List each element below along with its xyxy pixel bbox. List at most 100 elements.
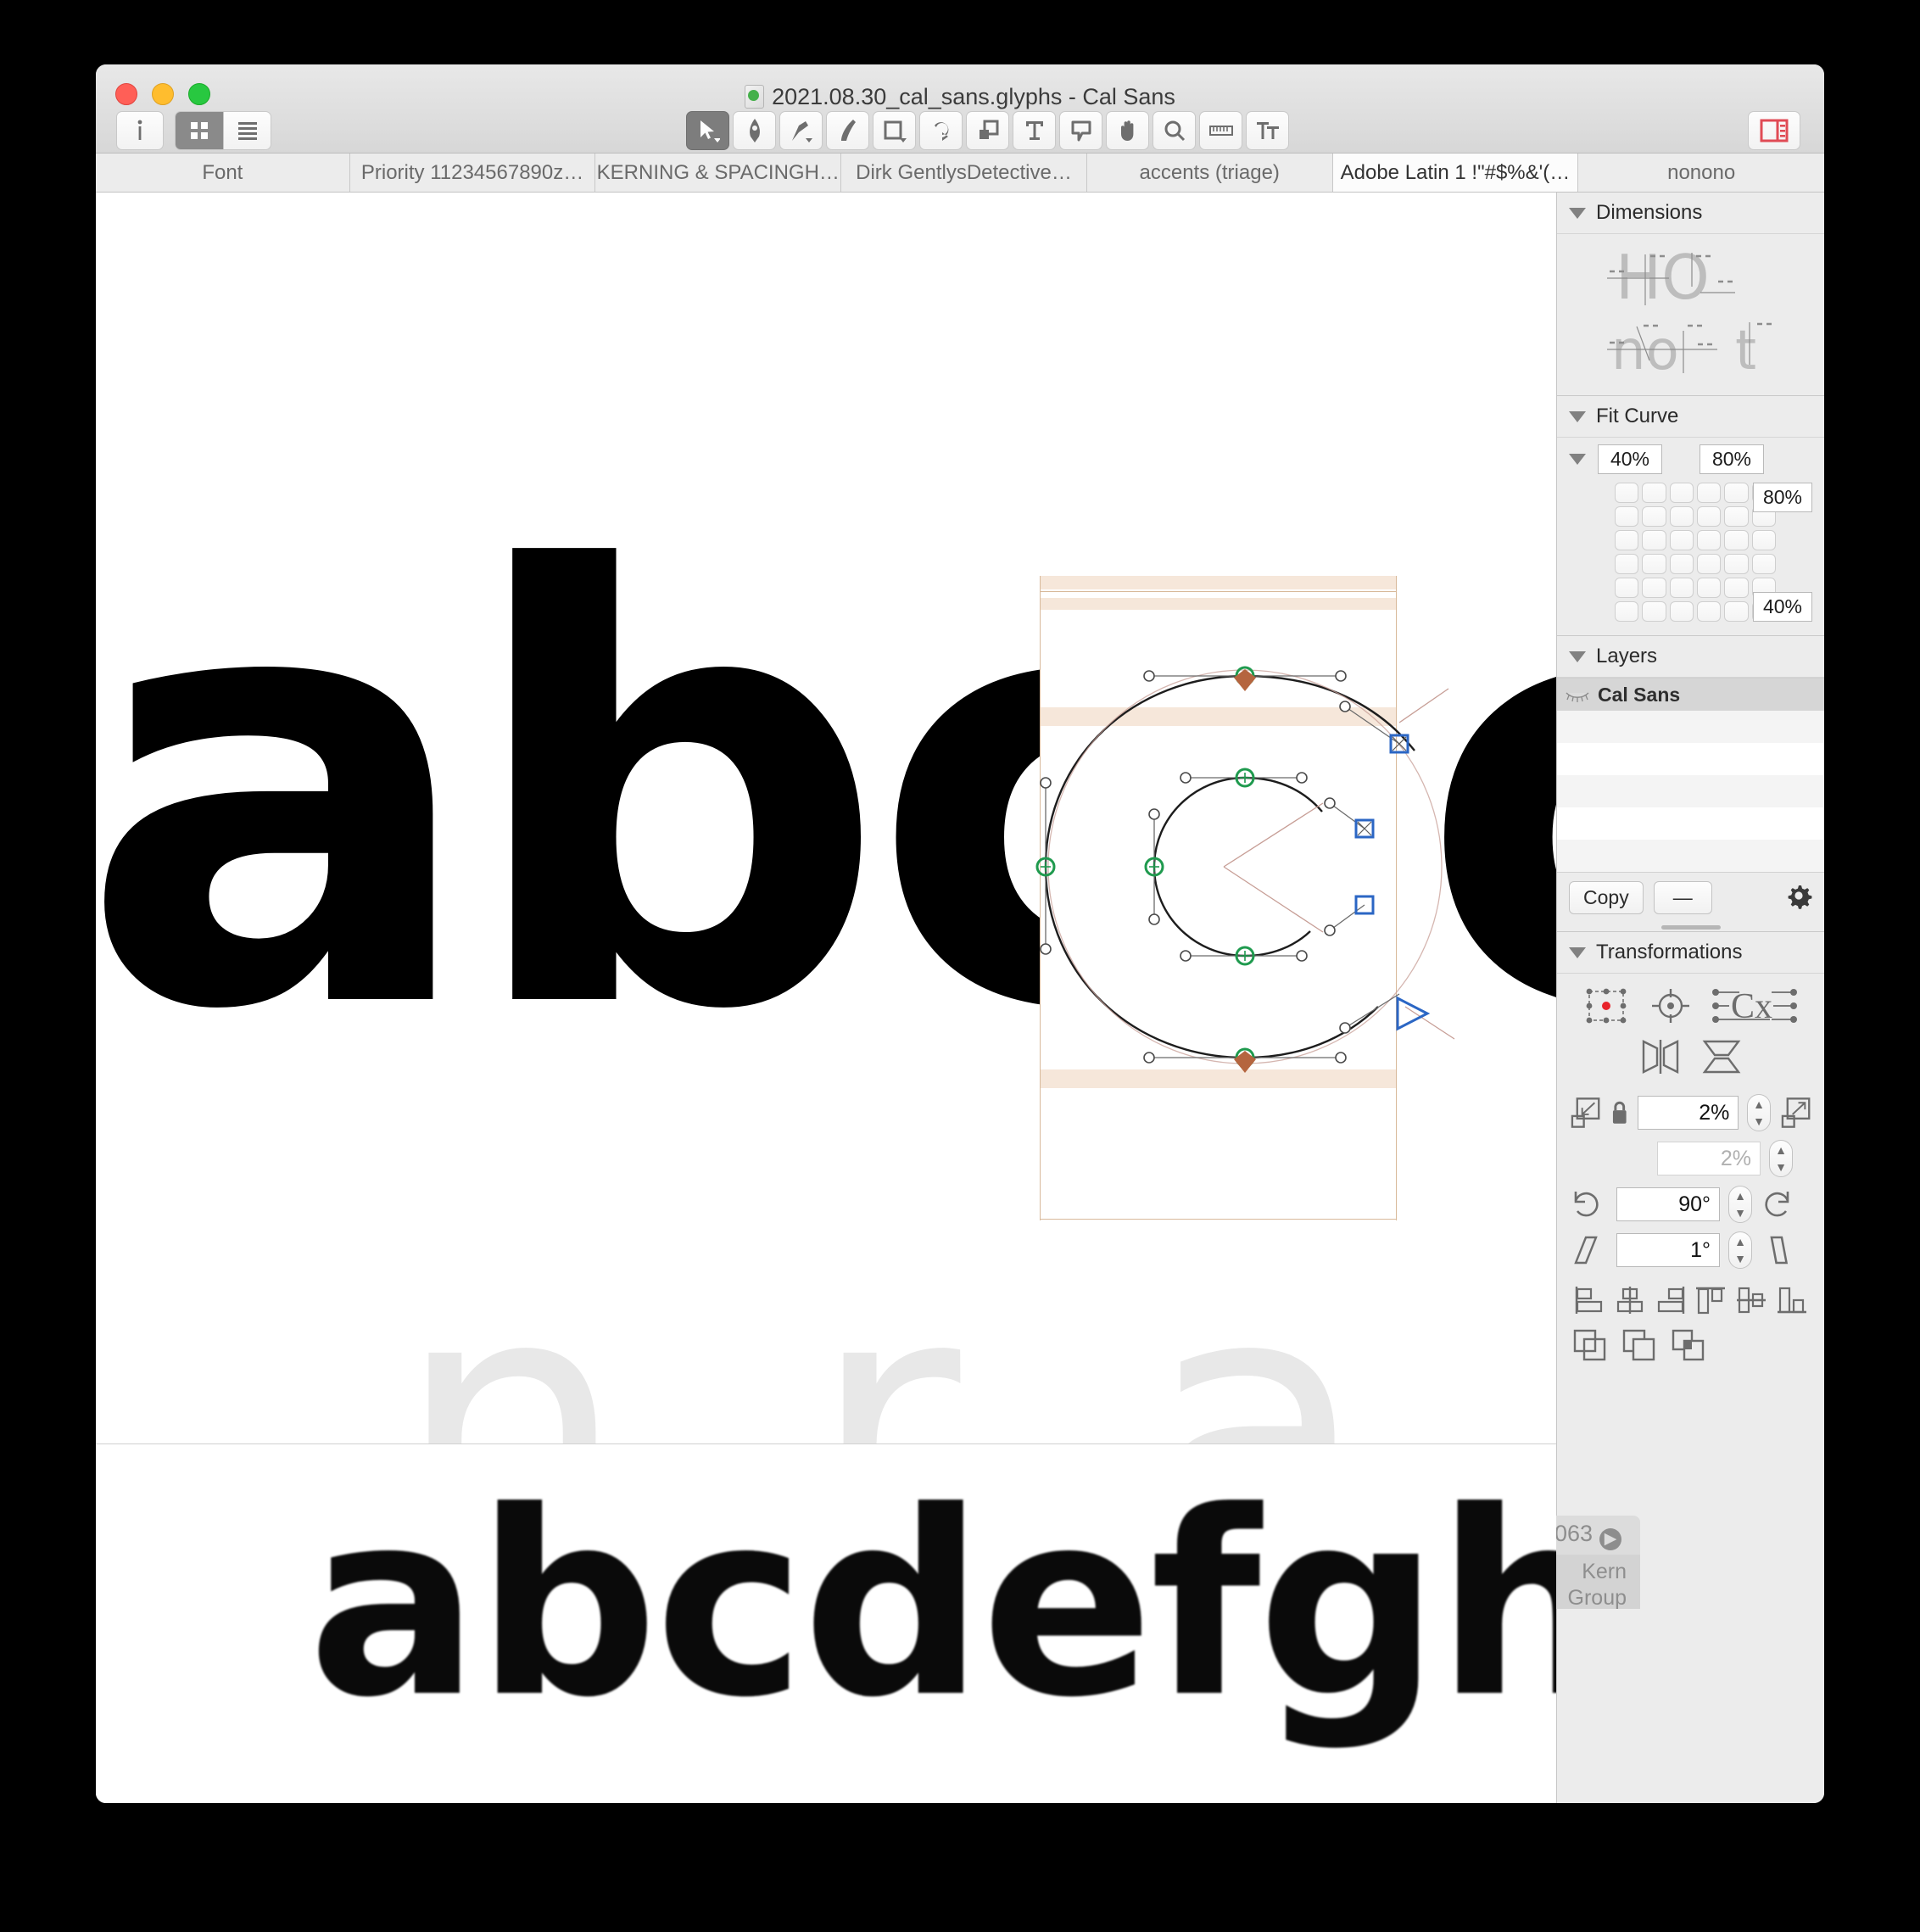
rotate-counterclockwise-icon[interactable]: [1569, 1187, 1603, 1221]
stepper-down-icon[interactable]: ▼: [1775, 1161, 1787, 1173]
scale-up-icon[interactable]: [1779, 1096, 1812, 1130]
layer-row[interactable]: [1557, 807, 1824, 840]
fit-cell[interactable]: [1642, 554, 1666, 574]
transform-origin-grid-icon[interactable]: [1582, 986, 1632, 1026]
fit-cell[interactable]: [1642, 506, 1666, 527]
copy-layer-button[interactable]: Copy: [1569, 881, 1644, 914]
layers-list[interactable]: Cal Sans: [1557, 678, 1824, 872]
fit-cell[interactable]: [1697, 483, 1722, 503]
offcurve-handles[interactable]: [1040, 670, 1351, 1064]
fit-cell[interactable]: [1724, 483, 1749, 503]
inner-contour[interactable]: [1153, 776, 1311, 958]
sidebar-toggle-button[interactable]: [1748, 111, 1800, 150]
scale-y-field[interactable]: 2%: [1657, 1142, 1761, 1175]
inner-contour-top[interactable]: [1244, 776, 1323, 812]
pencil-tool-button[interactable]: [779, 111, 823, 150]
fit-cell[interactable]: [1697, 601, 1722, 622]
align-right-icon[interactable]: [1654, 1284, 1688, 1316]
grid-view-button[interactable]: [176, 112, 223, 149]
closed-eye-icon[interactable]: [1566, 687, 1589, 702]
view-mode-segmented-control[interactable]: [175, 111, 271, 150]
fit-cell[interactable]: [1724, 601, 1749, 622]
fit-curve-section-header[interactable]: Fit Curve: [1557, 395, 1824, 438]
fit-curve-right-value[interactable]: 80%: [1700, 444, 1764, 474]
chevron-down-icon[interactable]: [1569, 454, 1586, 465]
fit-cell[interactable]: [1615, 601, 1639, 622]
text-tool-button[interactable]: [1013, 111, 1056, 150]
remove-layer-button[interactable]: —: [1653, 881, 1712, 914]
rotate-tool-button[interactable]: [919, 111, 963, 150]
tab-bar[interactable]: Font Priority 11234567890z… KERNING & SP…: [96, 154, 1824, 193]
dimensions-section-header[interactable]: Dimensions: [1557, 193, 1824, 234]
layer-row[interactable]: [1557, 840, 1824, 872]
fit-cell[interactable]: [1751, 554, 1776, 574]
chevron-down-icon[interactable]: [1569, 946, 1586, 958]
tab-font[interactable]: Font: [96, 154, 350, 192]
align-center-horizontal-icon[interactable]: [1613, 1284, 1647, 1316]
glyph-outline-editor[interactable]: [952, 549, 1556, 1227]
fit-cell[interactable]: [1669, 601, 1694, 622]
fit-cell[interactable]: [1669, 578, 1694, 598]
stepper-up-icon[interactable]: ▲: [1734, 1190, 1746, 1202]
fit-cell[interactable]: [1669, 554, 1694, 574]
scale-down-icon[interactable]: [1569, 1096, 1602, 1130]
tab-dirk-gently[interactable]: Dirk GentlysDetective…: [841, 154, 1087, 192]
fit-cell[interactable]: [1615, 483, 1639, 503]
fit-cell[interactable]: [1751, 530, 1776, 550]
fit-cell[interactable]: [1724, 530, 1749, 550]
select-tool-button[interactable]: [686, 111, 729, 150]
fit-cell[interactable]: [1724, 578, 1749, 598]
annotation-tool-button[interactable]: [1059, 111, 1102, 150]
layer-row[interactable]: [1557, 743, 1824, 775]
lock-icon[interactable]: [1610, 1098, 1629, 1127]
zoom-tool-button[interactable]: [1153, 111, 1196, 150]
crosshair-target-icon[interactable]: [1648, 986, 1694, 1026]
tab-nonono[interactable]: nonono: [1578, 154, 1824, 192]
stepper-up-icon[interactable]: ▲: [1734, 1236, 1746, 1248]
panel-resize-grabber[interactable]: [1557, 923, 1824, 931]
fit-cell[interactable]: [1642, 601, 1666, 622]
fit-cell[interactable]: [1669, 530, 1694, 550]
layer-row-cal-sans[interactable]: Cal Sans: [1557, 678, 1824, 711]
fit-cell[interactable]: [1697, 554, 1722, 574]
stepper-down-icon[interactable]: ▼: [1734, 1207, 1746, 1219]
fit-cell[interactable]: [1669, 483, 1694, 503]
rotate-clockwise-icon[interactable]: [1761, 1187, 1794, 1221]
tab-accents-triage[interactable]: accents (triage): [1086, 154, 1333, 192]
tab-adobe-latin-1[interactable]: Adobe Latin 1 !"#$%&'(…: [1332, 154, 1579, 192]
transformations-section-header[interactable]: Transformations: [1557, 931, 1824, 974]
outer-contour-top[interactable]: [1244, 674, 1415, 751]
stepper-down-icon[interactable]: ▼: [1734, 1253, 1746, 1265]
slant-field[interactable]: 1°: [1616, 1233, 1720, 1267]
direction-triangle-node[interactable]: [1396, 996, 1431, 1031]
glyph-edit-canvas[interactable]: abc c . n r a: [96, 193, 1556, 1444]
stepper-down-icon[interactable]: ▼: [1753, 1115, 1765, 1127]
fit-cell[interactable]: [1724, 554, 1749, 574]
scale-x-stepper[interactable]: ▲ ▼: [1747, 1094, 1771, 1131]
intersect-shapes-icon[interactable]: [1671, 1328, 1706, 1362]
fit-curve-grid-bottom-label[interactable]: 40%: [1753, 592, 1812, 622]
layer-row[interactable]: [1557, 775, 1824, 807]
align-left-icon[interactable]: [1572, 1284, 1606, 1316]
scale-tool-button[interactable]: [966, 111, 1009, 150]
layer-options-button[interactable]: [1785, 882, 1812, 914]
scale-x-field[interactable]: 2%: [1637, 1096, 1739, 1130]
tab-priority[interactable]: Priority 11234567890z…: [349, 154, 596, 192]
rotate-stepper[interactable]: ▲ ▼: [1728, 1186, 1752, 1223]
flip-horizontal-icon[interactable]: [1640, 1038, 1681, 1075]
draw-tool-button[interactable]: [733, 111, 776, 150]
align-center-vertical-icon[interactable]: [1734, 1284, 1768, 1316]
smooth-nodes[interactable]: [1035, 666, 1255, 1068]
fit-cell[interactable]: [1615, 530, 1639, 550]
subtract-shapes-icon[interactable]: [1621, 1328, 1657, 1362]
fit-curve-grid[interactable]: [1615, 483, 1776, 622]
shape-tool-button[interactable]: [873, 111, 916, 150]
text-preview-tool-button[interactable]: [1246, 111, 1289, 150]
chevron-down-icon[interactable]: [1569, 410, 1586, 422]
flip-vertical-icon[interactable]: [1701, 1038, 1742, 1075]
fit-cell[interactable]: [1642, 483, 1666, 503]
layer-row[interactable]: [1557, 711, 1824, 743]
rotate-field[interactable]: 90°: [1616, 1187, 1720, 1221]
fit-curve-grid-top-label[interactable]: 80%: [1753, 483, 1812, 512]
tab-kerning-spacing[interactable]: KERNING & SPACINGH…: [595, 154, 842, 192]
